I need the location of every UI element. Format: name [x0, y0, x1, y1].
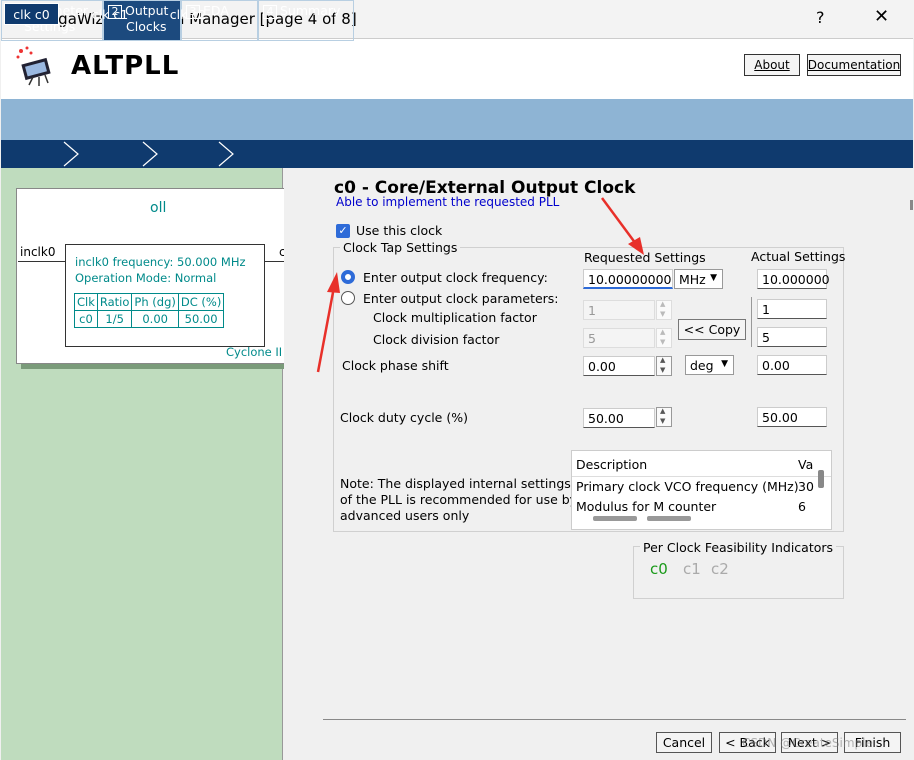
description-header: Description: [576, 457, 648, 472]
divider: [572, 476, 831, 477]
duty-cycle-spinner[interactable]: [656, 407, 672, 427]
clock-tab-c1[interactable]: clk c1: [82, 3, 138, 25]
actual-duty-field: 50.00: [757, 407, 827, 427]
status-message: Able to implement the requested PLL: [336, 195, 560, 209]
actual-division-field: 5: [757, 327, 827, 347]
inclk-label: inclk0: [20, 245, 56, 259]
table-cell: 0.00: [131, 310, 179, 328]
help-button[interactable]: ?: [816, 8, 825, 27]
radio-output-parameters[interactable]: [341, 291, 355, 305]
frequency-unit-select[interactable]: MHz ▼: [674, 269, 723, 289]
tab-number: 4: [263, 5, 277, 19]
duty-cycle-input[interactable]: 50.00: [583, 408, 655, 428]
value-header: Va: [798, 457, 814, 472]
chevron-down-icon: ▼: [721, 359, 728, 369]
division-factor-input[interactable]: 5: [583, 328, 655, 348]
radio-output-parameters-label: Enter output clock parameters:: [363, 291, 559, 306]
feasibility-c1: c1: [683, 560, 701, 578]
logo-text: ALTPLL: [71, 51, 180, 81]
list-item: Primary clock VCO frequency (MHz): [576, 479, 799, 494]
table-header-cell: Ratio: [96, 293, 133, 311]
table-header-cell: Ph (dg): [131, 293, 179, 311]
altpll-logo-icon: [16, 46, 51, 86]
note-text: of the PLL is recommended for use by: [340, 492, 578, 507]
feasibility-c0: c0: [650, 560, 668, 578]
about-button[interactable]: About: [744, 54, 800, 76]
phase-unit-select[interactable]: deg ▼: [685, 355, 734, 375]
horizontal-scrollbar-thumb[interactable]: [593, 516, 637, 521]
header: ALTPLL About Documentation: [1, 38, 913, 99]
table-cell: 1/5: [96, 310, 133, 328]
phase-shift-input[interactable]: 0.00: [583, 356, 655, 376]
scrollbar-nub[interactable]: [910, 200, 913, 210]
chevron-right-icon: [63, 141, 79, 167]
table-cell: c0: [74, 310, 98, 328]
table-row: c0 1/5 0.00 50.00: [74, 310, 225, 328]
table-header-cell: DC (%): [177, 293, 225, 311]
tab-bar: [1, 99, 913, 140]
duty-cycle-label: Clock duty cycle (%): [340, 410, 468, 425]
multiplication-factor-spinner[interactable]: [656, 300, 672, 320]
division-factor-spinner[interactable]: [656, 328, 672, 348]
table-cell: 50.00: [177, 310, 225, 328]
use-this-clock-checkbox[interactable]: ✓ Use this clock: [336, 223, 442, 238]
horizontal-scrollbar-thumb[interactable]: [647, 516, 691, 521]
output-frequency-input[interactable]: 10.00000000: [583, 269, 673, 289]
frequency-unit-value: MHz: [679, 272, 706, 287]
device-family-label: Cyclone II: [226, 345, 283, 359]
division-factor-label: Clock division factor: [373, 332, 500, 347]
phase-unit-value: deg: [690, 358, 714, 373]
diagram-title: oll: [150, 200, 167, 216]
chevron-right-icon: [142, 141, 158, 167]
note-text: advanced users only: [340, 508, 470, 523]
tab-summary[interactable]: 4 Summary: [258, 0, 354, 41]
cancel-button[interactable]: Cancel: [656, 732, 712, 753]
copy-button[interactable]: << Copy: [678, 319, 746, 340]
chevron-right-icon: [218, 141, 234, 167]
multiplication-factor-input[interactable]: 1: [583, 300, 655, 320]
actual-multiplication-field: 1: [757, 299, 827, 319]
table-header-cell: Clk: [74, 293, 98, 311]
divider: [751, 297, 752, 347]
tab-label: Summary: [280, 3, 341, 18]
feasibility-label: Per Clock Feasibility Indicators: [640, 540, 837, 555]
actual-frequency-field: 10.000000: [757, 269, 830, 289]
clock-summary-table: Clk Ratio Ph (dg) DC (%) c0 1/5 0.00 50.…: [74, 293, 225, 328]
input-line: [18, 261, 66, 262]
table-header-row: Clk Ratio Ph (dg) DC (%): [74, 293, 225, 311]
vertical-scrollbar-thumb[interactable]: [818, 470, 824, 488]
multiplication-factor-label: Clock multiplication factor: [373, 310, 537, 325]
clock-tab-c2[interactable]: clk c2: [160, 3, 216, 25]
checkmark-icon: ✓: [336, 223, 350, 238]
phase-shift-spinner[interactable]: [656, 356, 672, 376]
operation-mode-text: Operation Mode: Normal: [75, 271, 217, 285]
group-label: Clock Tap Settings: [340, 240, 461, 255]
list-item-value: 30: [798, 479, 814, 494]
clock-tab-c0[interactable]: clk c0: [4, 3, 59, 25]
documentation-button[interactable]: Documentation: [807, 54, 901, 76]
footer-divider: [323, 719, 906, 720]
note-text: Note: The displayed internal settings: [340, 476, 571, 491]
actual-phase-field: 0.00: [757, 355, 827, 375]
clock-bar: [1, 140, 913, 168]
input-frequency-text: inclk0 frequency: 50.000 MHz: [75, 255, 246, 269]
requested-settings-header: Requested Settings: [584, 250, 706, 265]
actual-settings-header: Actual Settings: [751, 249, 846, 264]
feasibility-c2: c2: [711, 560, 729, 578]
close-button[interactable]: ✕: [874, 6, 889, 27]
phase-shift-label: Clock phase shift: [342, 358, 449, 373]
radio-output-frequency-label: Enter output clock frequency:: [363, 270, 548, 285]
watermark: CSDN @CreateSimple: [742, 736, 873, 750]
radio-output-frequency[interactable]: [341, 270, 355, 284]
use-clock-label: Use this clock: [356, 223, 443, 238]
chevron-down-icon: ▼: [710, 273, 717, 283]
